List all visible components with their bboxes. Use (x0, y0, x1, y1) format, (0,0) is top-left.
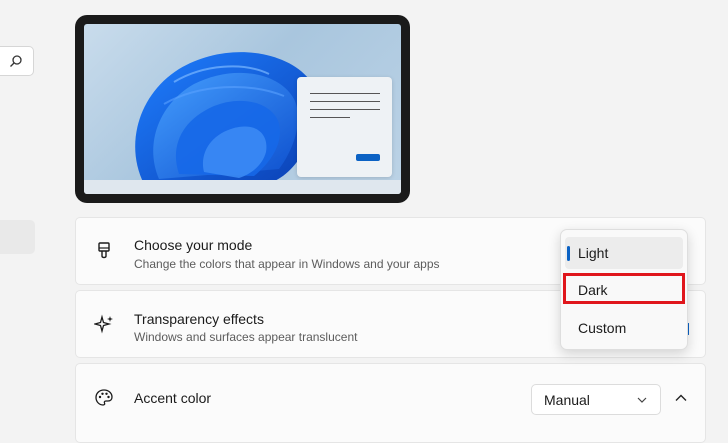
choose-mode-description: Change the colors that appear in Windows… (134, 257, 440, 271)
menu-option-label: Light (578, 245, 609, 261)
search-icon (10, 55, 22, 67)
theme-preview (75, 15, 410, 203)
search-box[interactable] (0, 46, 34, 76)
highlight-box (563, 273, 685, 304)
sparkle-icon (94, 314, 113, 334)
menu-option-light[interactable]: Light (565, 237, 683, 269)
transparency-description: Windows and surfaces appear translucent (134, 330, 358, 344)
preview-button (356, 154, 380, 161)
accent-color-card[interactable]: Accent color Manual (75, 363, 706, 443)
preview-window (297, 77, 392, 177)
sidebar-item-personalization[interactable] (0, 220, 35, 254)
choose-mode-title: Choose your mode (134, 237, 253, 253)
accent-color-title: Accent color (134, 390, 212, 406)
accent-color-select-value: Manual (544, 392, 590, 408)
transparency-title: Transparency effects (134, 311, 264, 327)
preview-taskbar (84, 180, 401, 194)
menu-option-label: Custom (578, 320, 627, 336)
chevron-down-icon (637, 397, 647, 403)
menu-option-custom[interactable]: Custom (565, 312, 683, 344)
accent-color-select[interactable]: Manual (531, 384, 661, 415)
paintbrush-icon (98, 242, 110, 259)
chevron-up-icon[interactable] (673, 390, 689, 406)
selection-indicator (567, 246, 570, 261)
preview-screen (84, 24, 401, 194)
palette-icon (95, 389, 113, 406)
